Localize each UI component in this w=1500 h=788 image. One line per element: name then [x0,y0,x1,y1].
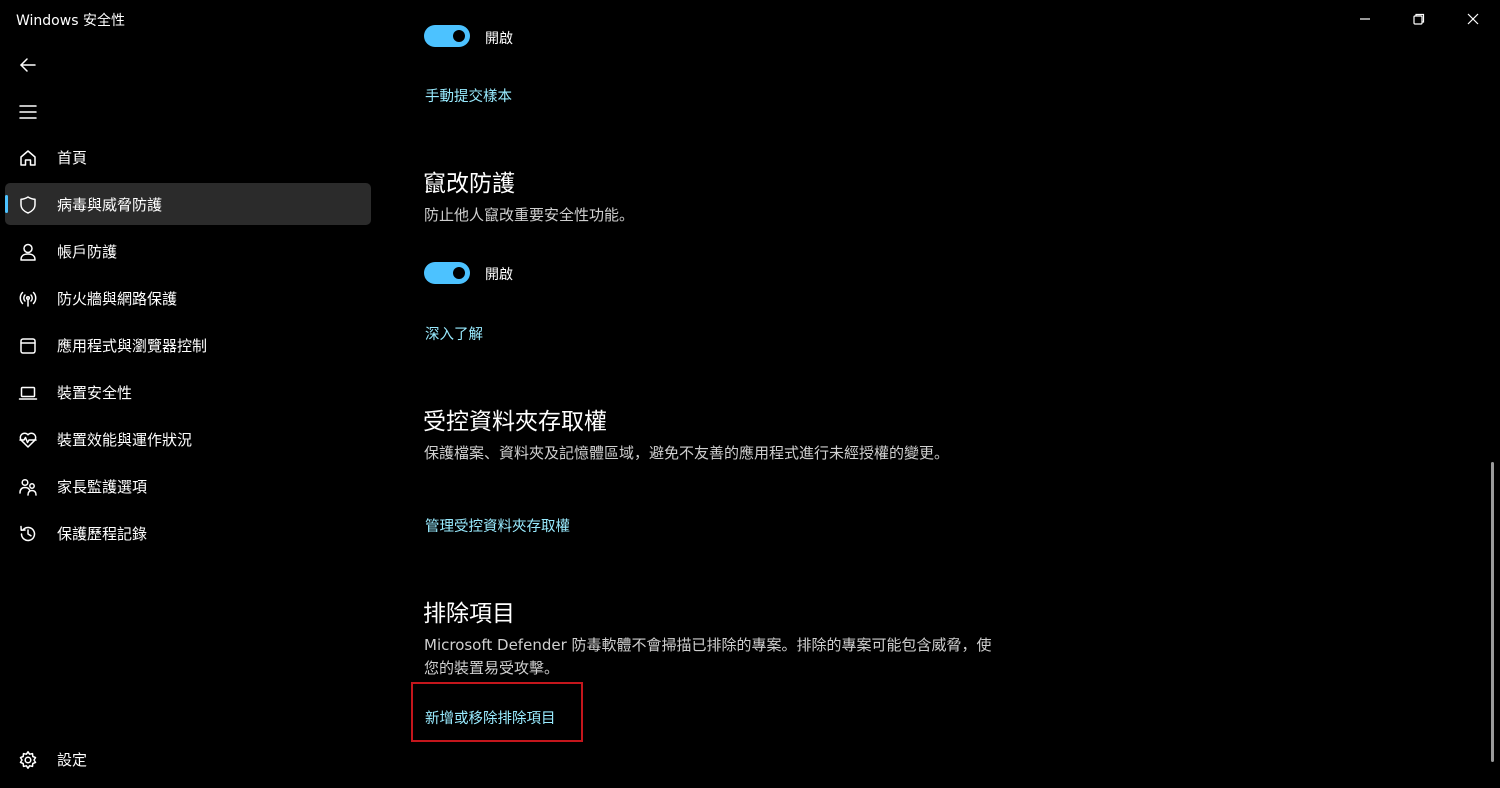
highlight-box [411,682,583,742]
app-window-icon [17,335,39,357]
tamper-protection-title: 竄改防護 [423,171,515,197]
realtime-toggle-partial[interactable] [424,25,470,47]
realtime-toggle-label: 開啟 [485,31,513,47]
learn-more-link[interactable]: 深入了解 [425,323,483,344]
nav-item-protection-history[interactable]: 保護歷程記錄 [5,512,371,554]
manage-controlled-folder-access-link[interactable]: 管理受控資料夾存取權 [425,515,570,536]
nav-item-home[interactable]: 首頁 [5,136,371,178]
controlled-folder-access-description: 保護檔案、資料夾及記憶體區域，避免不友善的應用程式進行未經授權的變更。 [424,444,950,462]
hamburger-menu-button[interactable] [8,94,48,130]
nav-item-app-browser-control[interactable]: 應用程式與瀏覽器控制 [5,324,371,366]
nav-item-label: 病毒與威脅防護 [57,195,163,214]
nav-item-firewall[interactable]: 防火牆與網路保護 [5,277,371,319]
nav-item-label: 裝置安全性 [57,383,133,402]
tamper-protection-toggle[interactable] [424,262,470,284]
sidebar-nav: 首頁 病毒與威脅防護 帳戶防護 防火牆與網路保護 應用程式與瀏覽器控制 裝置安全… [0,136,380,559]
family-icon [17,476,39,498]
settings-label: 設定 [57,750,88,769]
app-title: Windows 安全性 [16,13,125,29]
nav-item-device-security[interactable]: 裝置安全性 [5,371,371,413]
submit-sample-link[interactable]: 手動提交樣本 [425,85,512,106]
scrollbar-thumb[interactable] [1491,462,1494,762]
exclusions-description: Microsoft Defender 防毒軟體不會掃描已排除的專案。排除的專案可… [424,636,992,677]
tamper-toggle-label: 開啟 [485,267,513,283]
history-icon [17,523,39,545]
heart-pulse-icon [17,429,39,451]
person-icon [17,241,39,263]
back-button[interactable] [8,47,48,83]
exclusions-title: 排除項目 [423,601,515,627]
laptop-icon [17,382,39,404]
shield-icon [17,194,39,216]
nav-item-label: 首頁 [57,148,88,167]
gear-icon [17,749,39,771]
nav-item-label: 家長監護選項 [57,477,148,496]
hamburger-icon [19,105,37,119]
home-icon [17,147,39,169]
nav-item-settings[interactable]: 設定 [5,738,371,780]
nav-item-label: 保護歷程記錄 [57,524,148,543]
nav-item-account-protection[interactable]: 帳戶防護 [5,230,371,272]
nav-item-device-health[interactable]: 裝置效能與運作狀況 [5,418,371,460]
minimize-button[interactable] [1338,0,1392,38]
nav-item-label: 裝置效能與運作狀況 [57,430,193,449]
controlled-folder-access-title: 受控資料夾存取權 [423,409,607,435]
nav-item-label: 防火牆與網路保護 [57,289,178,308]
title-bar: Windows 安全性 [0,0,1500,40]
nav-item-label: 應用程式與瀏覽器控制 [57,336,208,355]
tamper-protection-description: 防止他人竄改重要安全性功能。 [424,206,635,224]
close-icon [1467,13,1479,25]
nav-item-family-options[interactable]: 家長監護選項 [5,465,371,507]
restore-button[interactable] [1392,0,1446,38]
restore-icon [1413,13,1425,25]
close-button[interactable] [1446,0,1500,38]
nav-item-label: 帳戶防護 [57,242,118,261]
wireless-icon [17,288,39,310]
minimize-icon [1360,18,1370,20]
nav-item-virus-protection[interactable]: 病毒與威脅防護 [5,183,371,225]
back-arrow-icon [20,58,36,72]
